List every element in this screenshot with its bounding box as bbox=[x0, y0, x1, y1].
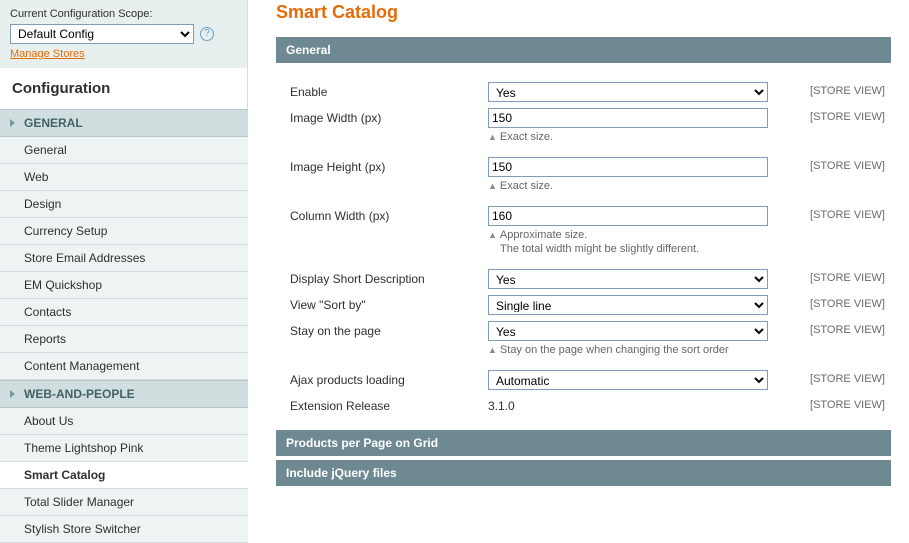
stay-select[interactable]: Yes bbox=[488, 321, 768, 341]
scope-tag: [STORE VIEW] bbox=[774, 396, 891, 411]
release-value: 3.1.0 bbox=[488, 396, 768, 413]
enable-label: Enable bbox=[276, 82, 488, 99]
nav-item[interactable]: General bbox=[0, 137, 248, 164]
stay-label: Stay on the page bbox=[276, 321, 488, 338]
triangle-up-icon: ▲ bbox=[488, 132, 497, 142]
section-ppg-header[interactable]: Products per Page on Grid bbox=[276, 430, 891, 456]
nav-section-head[interactable]: WEB-AND-PEOPLE bbox=[0, 380, 248, 408]
nav-item[interactable]: Contacts bbox=[0, 299, 248, 326]
scope-tag: [STORE VIEW] bbox=[774, 157, 891, 172]
image-width-label: Image Width (px) bbox=[276, 108, 488, 125]
nav-item[interactable]: Stylish Store Switcher bbox=[0, 516, 248, 543]
nav-item[interactable]: Web bbox=[0, 164, 248, 191]
page-title: Smart Catalog bbox=[276, 2, 891, 23]
nav-item[interactable]: Theme Lightshop Pink bbox=[0, 435, 248, 462]
section-general-header[interactable]: General bbox=[276, 37, 891, 63]
scope-label: Current Configuration Scope: bbox=[10, 8, 237, 20]
release-label: Extension Release bbox=[276, 396, 488, 413]
nav-item[interactable]: Reports bbox=[0, 326, 248, 353]
ajax-select[interactable]: Automatic bbox=[488, 370, 768, 390]
scope-tag: [STORE VIEW] bbox=[774, 370, 891, 385]
short-desc-label: Display Short Description bbox=[276, 269, 488, 286]
main-content: Smart Catalog General Enable Yes [STORE … bbox=[248, 0, 909, 543]
nav-item[interactable]: Store Email Addresses bbox=[0, 245, 248, 272]
scope-tag: [STORE VIEW] bbox=[774, 82, 891, 97]
section-jquery-header[interactable]: Include jQuery files bbox=[276, 460, 891, 486]
nav-item[interactable]: EM Quickshop bbox=[0, 272, 248, 299]
scope-tag: [STORE VIEW] bbox=[774, 206, 891, 221]
triangle-up-icon: ▲ bbox=[488, 230, 497, 240]
ajax-label: Ajax products loading bbox=[276, 370, 488, 387]
image-height-label: Image Height (px) bbox=[276, 157, 488, 174]
scope-tag: [STORE VIEW] bbox=[774, 269, 891, 284]
nav-item[interactable]: Currency Setup bbox=[0, 218, 248, 245]
sort-by-label: View "Sort by" bbox=[276, 295, 488, 312]
short-desc-select[interactable]: Yes bbox=[488, 269, 768, 289]
config-title: Configuration bbox=[0, 68, 248, 109]
image-width-input[interactable] bbox=[488, 108, 768, 128]
enable-select[interactable]: Yes bbox=[488, 82, 768, 102]
scope-tag: [STORE VIEW] bbox=[774, 295, 891, 310]
sidebar: Current Configuration Scope: Default Con… bbox=[0, 0, 248, 543]
nav-item[interactable]: About Us bbox=[0, 408, 248, 435]
scope-block: Current Configuration Scope: Default Con… bbox=[0, 0, 248, 68]
sort-by-select[interactable]: Single line bbox=[488, 295, 768, 315]
triangle-up-icon: ▲ bbox=[488, 345, 497, 355]
manage-stores-link[interactable]: Manage Stores bbox=[10, 48, 85, 60]
triangle-up-icon: ▲ bbox=[488, 181, 497, 191]
nav-item[interactable]: Smart Catalog bbox=[0, 462, 248, 489]
column-width-label: Column Width (px) bbox=[276, 206, 488, 223]
nav-item[interactable]: Content Management bbox=[0, 353, 248, 380]
column-width-input[interactable] bbox=[488, 206, 768, 226]
help-icon[interactable]: ? bbox=[200, 27, 214, 41]
nav-item[interactable]: Total Slider Manager bbox=[0, 489, 248, 516]
image-height-input[interactable] bbox=[488, 157, 768, 177]
scope-tag: [STORE VIEW] bbox=[774, 321, 891, 336]
nav-item[interactable]: Design bbox=[0, 191, 248, 218]
scope-tag: [STORE VIEW] bbox=[774, 108, 891, 123]
nav-section-head[interactable]: GENERAL bbox=[0, 109, 248, 137]
scope-select[interactable]: Default Config bbox=[10, 24, 194, 44]
